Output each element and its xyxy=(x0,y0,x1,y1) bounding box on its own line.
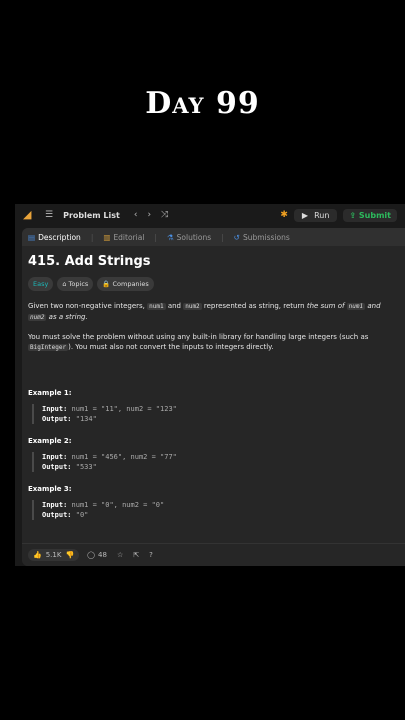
difficulty-badge: Easy xyxy=(28,277,54,291)
tab-editorial[interactable]: ▥ Editorial xyxy=(103,233,144,242)
divider: | xyxy=(221,232,224,242)
book-icon: ▥ xyxy=(103,232,111,242)
list-icon: ☰ xyxy=(45,210,54,220)
problem-content: 415. Add Strings Easy ⌂ Topics 🔒 Compani… xyxy=(22,246,405,528)
tab-label: Solutions xyxy=(176,232,212,242)
example-heading: Example 1: xyxy=(28,389,72,397)
example-input: num1 = "11", num2 = "123" xyxy=(71,405,177,413)
problem-list-link[interactable]: Problem List xyxy=(63,211,120,220)
example-output: "134" xyxy=(75,415,97,423)
problem-title[interactable]: 415. Add Strings xyxy=(28,255,399,268)
leetcode-window: ◢ ☰ Problem List ‹ › ⤨ ✱ ▶ Run ⇪ Submit … xyxy=(15,204,405,566)
tab-bar: ▤ Description | ▥ Editorial | ⚗ Solution… xyxy=(22,228,405,246)
example-output: "0" xyxy=(75,511,89,519)
tab-solutions[interactable]: ⚗ Solutions xyxy=(167,233,211,242)
inline-code: num2 xyxy=(183,303,202,310)
inline-code: BigInteger xyxy=(28,344,69,351)
history-icon: ↺ xyxy=(233,232,240,242)
description-paragraph: Given two non-negative integers, num1 an… xyxy=(28,301,399,323)
help-button[interactable]: ? xyxy=(149,551,153,559)
topics-button[interactable]: ⌂ Topics xyxy=(57,277,94,291)
flask-icon: ⚗ xyxy=(166,232,174,242)
input-label: Input: xyxy=(42,405,68,413)
example-input: num1 = "0", num2 = "0" xyxy=(71,501,165,509)
input-label: Input: xyxy=(42,453,68,461)
play-icon: ▶ xyxy=(301,210,309,220)
document-icon: ▤ xyxy=(28,232,36,242)
description-panel: ▤ Description | ▥ Editorial | ⚗ Solution… xyxy=(22,228,405,566)
text: and xyxy=(365,302,381,310)
text: as a string. xyxy=(46,313,88,321)
shuffle-icon[interactable]: ⤨ xyxy=(161,210,168,220)
help-icon: ? xyxy=(149,551,153,559)
tab-submissions[interactable]: ↺ Submissions xyxy=(234,233,290,242)
upload-icon: ⇪ xyxy=(349,210,357,220)
text: You must solve the problem without using… xyxy=(28,333,369,341)
star-icon: ☆ xyxy=(116,551,124,559)
output-label: Output: xyxy=(42,511,72,519)
favorite-button[interactable]: ☆ xyxy=(117,551,123,559)
inline-code: num2 xyxy=(28,314,47,321)
badge-row: Easy ⌂ Topics 🔒 Companies xyxy=(28,277,399,291)
topics-label: Topics xyxy=(68,280,89,288)
divider: | xyxy=(154,232,157,242)
prev-problem-icon[interactable]: ‹ xyxy=(134,210,138,220)
next-problem-icon[interactable]: › xyxy=(147,210,151,220)
submit-button[interactable]: ⇪ Submit xyxy=(343,208,397,222)
debug-icon[interactable]: ✱ xyxy=(280,210,288,220)
example-input: num1 = "456", num2 = "77" xyxy=(71,453,177,461)
top-bar: ◢ ☰ Problem List ‹ › ⤨ ✱ ▶ Run ⇪ Submit xyxy=(15,204,405,226)
run-button[interactable]: ▶ Run xyxy=(293,208,338,222)
example-box: Input: num1 = "456", num2 = "77" Output:… xyxy=(32,452,399,472)
share-button[interactable]: ⇱ xyxy=(133,551,139,559)
tag-icon: ⌂ xyxy=(62,280,67,288)
lock-icon: 🔒 xyxy=(102,280,111,288)
example-box: Input: num1 = "0", num2 = "0" Output: "0… xyxy=(32,500,399,520)
submit-label: Submit xyxy=(358,210,391,220)
like-count: 5.1K xyxy=(45,551,62,559)
example-box: Input: num1 = "11", num2 = "123" Output:… xyxy=(32,404,399,424)
comment-icon: ◯ xyxy=(87,551,96,559)
tab-label: Description xyxy=(38,232,81,242)
tab-description[interactable]: ▤ Description xyxy=(28,233,81,242)
input-label: Input: xyxy=(42,501,68,509)
thumbs-up-icon[interactable]: 👍 xyxy=(33,551,42,559)
run-label: Run xyxy=(314,210,330,220)
video-overlay-title: Day 99 xyxy=(145,86,260,121)
example-heading: Example 3: xyxy=(28,485,72,493)
comments-button[interactable]: ◯ 48 xyxy=(87,551,107,559)
bottom-action-bar: 👍 5.1K 👎 ◯ 48 ☆ ⇱ ? xyxy=(22,543,405,566)
example-output: "533" xyxy=(75,463,97,471)
companies-label: Companies xyxy=(112,280,149,288)
output-label: Output: xyxy=(42,415,72,423)
companies-button[interactable]: 🔒 Companies xyxy=(97,277,154,291)
divider: | xyxy=(90,232,94,242)
output-label: Output: xyxy=(42,463,72,471)
inline-code: num1 xyxy=(346,303,366,310)
comment-count: 48 xyxy=(98,551,107,559)
like-dislike-group: 👍 5.1K 👎 xyxy=(28,549,80,561)
constraint-paragraph: You must solve the problem without using… xyxy=(28,332,399,353)
tab-label: Submissions xyxy=(242,232,290,242)
text: Given two non-negative integers, xyxy=(28,302,148,310)
text: and xyxy=(165,302,184,310)
text: represented as string, return xyxy=(201,302,307,310)
share-icon: ⇱ xyxy=(133,551,140,559)
tab-label: Editorial xyxy=(113,232,145,242)
text: the sum of xyxy=(306,302,347,310)
thumbs-down-icon[interactable]: 👎 xyxy=(65,551,74,559)
leetcode-logo-icon[interactable]: ◢ xyxy=(23,209,35,221)
text: ). You must also not convert the inputs … xyxy=(68,343,274,351)
inline-code: num1 xyxy=(147,303,166,310)
example-heading: Example 2: xyxy=(28,437,72,445)
